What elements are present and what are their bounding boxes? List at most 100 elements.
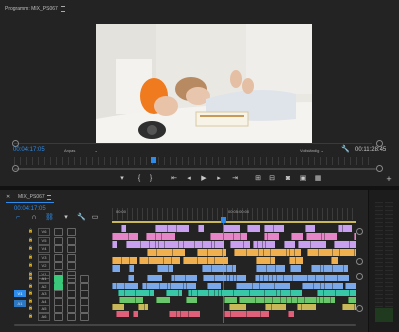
lock-icon[interactable]: 🔒 xyxy=(28,313,33,318)
clip[interactable] xyxy=(310,241,326,248)
zoom-right-handle[interactable] xyxy=(376,165,383,172)
clip[interactable] xyxy=(112,233,129,240)
clip[interactable] xyxy=(270,249,287,256)
track-name[interactable]: V6 xyxy=(38,228,50,236)
clip[interactable] xyxy=(331,257,338,264)
clip[interactable] xyxy=(222,249,226,256)
clip[interactable] xyxy=(243,241,250,248)
audio-scroll-handle-bottom[interactable] xyxy=(356,305,363,312)
clip[interactable] xyxy=(247,225,260,232)
add-marker-icon[interactable]: ▾ xyxy=(62,214,70,222)
export-frame-icon[interactable]: ◙ xyxy=(284,175,292,183)
scrub-right-handle[interactable] xyxy=(376,140,383,147)
clip[interactable] xyxy=(348,297,356,303)
clip[interactable] xyxy=(149,290,154,296)
clip[interactable] xyxy=(288,311,294,317)
lock-icon[interactable]: 🔒 xyxy=(28,237,33,242)
source-patch-a1[interactable]: A1 xyxy=(14,300,26,307)
clip[interactable] xyxy=(324,233,337,240)
clip[interactable] xyxy=(211,265,227,272)
clip[interactable] xyxy=(332,283,343,289)
clip[interactable] xyxy=(161,233,175,240)
clip[interactable] xyxy=(259,283,275,289)
clip[interactable] xyxy=(335,290,350,296)
clip[interactable] xyxy=(301,304,316,310)
timeline-title[interactable]: MIX_PS067 xyxy=(18,194,45,200)
clip[interactable] xyxy=(339,249,355,256)
program-monitor-title[interactable]: Programm: MIX_PS067 xyxy=(5,6,58,12)
comparison-icon[interactable]: ▣ xyxy=(299,175,307,183)
clip[interactable] xyxy=(121,225,126,232)
clip-area[interactable] xyxy=(112,223,356,323)
clip[interactable] xyxy=(284,241,295,248)
clip[interactable] xyxy=(129,257,137,264)
eye-icon[interactable] xyxy=(67,236,76,245)
eye-icon[interactable] xyxy=(67,245,76,253)
lock-icon[interactable]: 🔒 xyxy=(28,283,33,288)
nest-icon[interactable]: ⌐ xyxy=(14,214,22,222)
scrub-left-handle[interactable] xyxy=(12,140,19,147)
solo-icon[interactable] xyxy=(67,312,76,321)
clip[interactable] xyxy=(135,290,150,296)
clip[interactable] xyxy=(343,265,348,272)
clip[interactable] xyxy=(349,290,356,296)
clip[interactable] xyxy=(207,283,221,289)
track-name[interactable]: A6 xyxy=(38,312,50,321)
clip[interactable] xyxy=(207,249,223,256)
video-scroll-handle-bottom[interactable] xyxy=(356,258,363,265)
clip[interactable] xyxy=(334,241,350,248)
clip[interactable] xyxy=(164,241,179,248)
clip[interactable] xyxy=(168,265,173,272)
timeline-menu-icon[interactable] xyxy=(47,195,51,200)
clip[interactable] xyxy=(275,265,285,272)
mute-icon[interactable] xyxy=(54,312,63,321)
clip[interactable] xyxy=(236,275,246,281)
clip[interactable] xyxy=(290,265,301,272)
clip[interactable] xyxy=(324,275,338,281)
clip[interactable] xyxy=(330,297,335,303)
clip[interactable] xyxy=(171,257,180,264)
clip[interactable] xyxy=(305,225,315,232)
lock-icon[interactable]: 🔒 xyxy=(28,228,33,233)
clip[interactable] xyxy=(265,241,275,248)
clip[interactable] xyxy=(239,297,256,303)
eye-icon[interactable] xyxy=(67,253,76,262)
track-name[interactable]: V2 xyxy=(38,262,50,270)
clip[interactable] xyxy=(147,275,162,281)
clip[interactable] xyxy=(129,265,134,272)
clip[interactable] xyxy=(294,249,301,256)
clip[interactable] xyxy=(124,283,138,289)
clip[interactable] xyxy=(256,257,271,264)
clip[interactable] xyxy=(186,283,196,289)
clip[interactable] xyxy=(144,304,148,310)
clip[interactable] xyxy=(354,233,356,240)
clip[interactable] xyxy=(116,311,129,317)
clip[interactable] xyxy=(292,275,308,281)
clip[interactable] xyxy=(128,233,138,240)
track-name[interactable]: V5 xyxy=(38,236,50,245)
clip[interactable] xyxy=(178,290,182,296)
clip[interactable] xyxy=(146,283,160,289)
clip[interactable] xyxy=(112,241,117,248)
toggle-sync-icon[interactable] xyxy=(54,253,63,262)
clip[interactable] xyxy=(337,275,349,281)
toggle-sync-icon[interactable] xyxy=(54,228,63,236)
clip[interactable] xyxy=(290,290,302,296)
go-to-out-icon[interactable]: ⇥ xyxy=(231,175,239,183)
step-forward-icon[interactable]: ▸ xyxy=(215,175,223,183)
clip[interactable] xyxy=(148,257,164,264)
audio-scroll-handle[interactable] xyxy=(356,273,363,280)
lock-icon[interactable]: 🔒 xyxy=(28,305,33,310)
play-icon[interactable]: ▶ xyxy=(200,175,208,183)
toggle-sync-icon[interactable] xyxy=(54,236,63,245)
wrench-icon[interactable]: 🔧 xyxy=(77,214,86,222)
clip[interactable] xyxy=(156,249,173,256)
fit-dropdown[interactable]: Anpas ⌄ xyxy=(64,148,98,153)
clip[interactable] xyxy=(230,311,247,317)
wrench-icon[interactable]: 🔧 xyxy=(341,145,350,153)
clip[interactable] xyxy=(342,225,352,232)
clip[interactable] xyxy=(183,257,198,264)
clip[interactable] xyxy=(214,241,224,248)
clip[interactable] xyxy=(135,297,143,303)
step-back-icon[interactable]: ◂ xyxy=(185,175,193,183)
